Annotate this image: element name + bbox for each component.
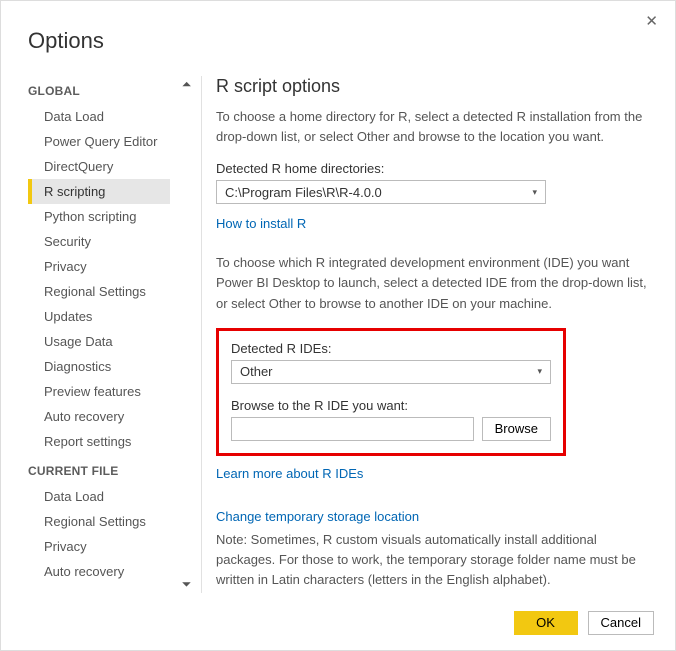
ide-value: Other	[240, 364, 273, 379]
dialog-footer: OK Cancel	[514, 611, 654, 635]
ide-intro-text: To choose which R integrated development…	[216, 253, 652, 313]
ide-path-input[interactable]	[231, 417, 474, 441]
sidebar-item-python-scripting[interactable]: Python scripting	[28, 204, 170, 229]
sidebar-item-privacy[interactable]: Privacy	[28, 254, 170, 279]
how-to-install-link[interactable]: How to install R	[216, 216, 306, 231]
sidebar-item-updates[interactable]: Updates	[28, 304, 170, 329]
learn-more-link[interactable]: Learn more about R IDEs	[216, 466, 363, 481]
sidebar-item-cf-auto-recovery[interactable]: Auto recovery	[28, 559, 170, 584]
sidebar-item-diagnostics[interactable]: Diagnostics	[28, 354, 170, 379]
sidebar-item-auto-recovery[interactable]: Auto recovery	[28, 404, 170, 429]
sidebar-item-cf-regional-settings[interactable]: Regional Settings	[28, 509, 170, 534]
intro-text: To choose a home directory for R, select…	[216, 107, 652, 147]
sidebar-item-power-query-editor[interactable]: Power Query Editor	[28, 129, 170, 154]
panel-heading: R script options	[216, 76, 652, 97]
sidebar-item-preview-features[interactable]: Preview features	[28, 379, 170, 404]
sidebar-item-cf-data-load[interactable]: Data Load	[28, 484, 170, 509]
scroll-up-icon[interactable]: ⏶	[178, 76, 195, 93]
sidebar-item-regional-settings[interactable]: Regional Settings	[28, 279, 170, 304]
sidebar: GLOBAL Data Load Power Query Editor Dire…	[28, 76, 178, 593]
browse-label: Browse to the R IDE you want:	[231, 398, 551, 413]
window-title: Options	[28, 28, 104, 54]
chevron-down-icon: ▾	[537, 366, 542, 377]
chevron-down-icon: ▾	[532, 187, 537, 198]
column-divider	[201, 76, 202, 593]
close-icon[interactable]: ✕	[641, 10, 662, 33]
change-temp-link[interactable]: Change temporary storage location	[216, 509, 419, 524]
home-dir-label: Detected R home directories:	[216, 161, 652, 176]
sidebar-item-report-settings[interactable]: Report settings	[28, 429, 170, 454]
sidebar-header-global: GLOBAL	[28, 84, 170, 98]
sidebar-item-usage-data[interactable]: Usage Data	[28, 329, 170, 354]
options-panel: R script options To choose a home direct…	[216, 76, 658, 593]
sidebar-item-directquery[interactable]: DirectQuery	[28, 154, 170, 179]
sidebar-item-data-load[interactable]: Data Load	[28, 104, 170, 129]
ide-highlight-box: Detected R IDEs: Other ▾ Browse to the R…	[216, 328, 566, 456]
scroll-down-icon[interactable]: ⏷	[178, 576, 195, 593]
home-dir-value: C:\Program Files\R\R-4.0.0	[225, 185, 382, 200]
browse-button[interactable]: Browse	[482, 417, 551, 441]
home-dir-dropdown[interactable]: C:\Program Files\R\R-4.0.0 ▾	[216, 180, 546, 204]
sidebar-item-security[interactable]: Security	[28, 229, 170, 254]
cancel-button[interactable]: Cancel	[588, 611, 654, 635]
sidebar-item-r-scripting[interactable]: R scripting	[28, 179, 170, 204]
sidebar-header-current-file: CURRENT FILE	[28, 464, 170, 478]
sidebar-item-cf-privacy[interactable]: Privacy	[28, 534, 170, 559]
ide-dropdown[interactable]: Other ▾	[231, 360, 551, 384]
note-text: Note: Sometimes, R custom visuals automa…	[216, 530, 652, 590]
ok-button[interactable]: OK	[514, 611, 578, 635]
sidebar-scrollbar[interactable]: ⏶ ⏷	[178, 76, 195, 593]
ide-label: Detected R IDEs:	[231, 341, 551, 356]
